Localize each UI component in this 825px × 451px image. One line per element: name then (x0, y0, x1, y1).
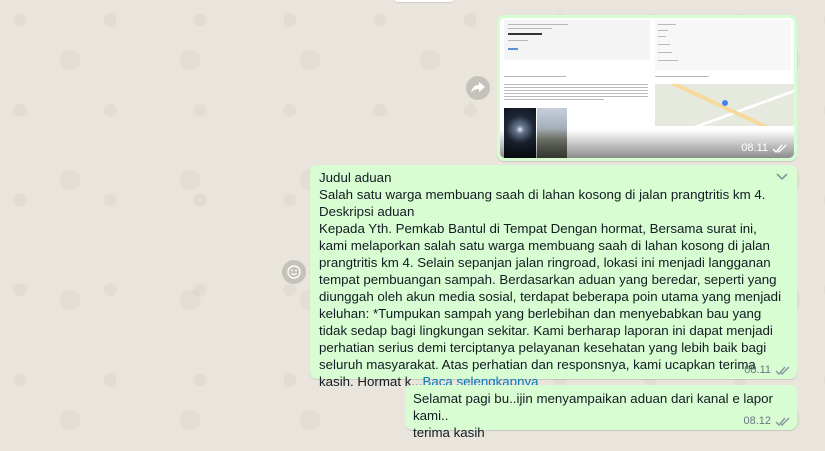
emoji-icon (287, 265, 301, 279)
forward-button[interactable] (466, 76, 490, 100)
message-line-title: Salah satu warga membuang saah di lahan … (319, 187, 766, 202)
report-screenshot-image[interactable]: 08.11 (500, 18, 794, 158)
double-check-icon (775, 366, 790, 375)
previous-message-edge (394, 0, 454, 2)
greeting-message-text: Selamat pagi bu..ijin menyampaikan aduan… (413, 391, 773, 440)
double-check-icon (772, 144, 787, 153)
complaint-message-bubble[interactable]: Judul aduan Salah satu warga membuang sa… (310, 165, 797, 389)
greeting-message-time: 08.12 (743, 415, 771, 427)
message-line-desc: Kepada Yth. Pemkab Bantul di Tempat Deng… (319, 221, 782, 389)
greeting-message-bubble[interactable]: Selamat pagi bu..ijin menyampaikan aduan… (405, 385, 797, 440)
double-check-icon (775, 417, 790, 426)
chevron-down-icon[interactable] (775, 172, 789, 182)
image-message-meta: 08.11 (741, 142, 788, 154)
message-line-desc-label: Deskripsi aduan (319, 204, 415, 219)
image-message-bubble[interactable]: 08.11 (497, 15, 797, 161)
complaint-message-meta: 08.11 (744, 364, 791, 376)
message-line-title-label: Judul aduan (319, 170, 392, 185)
react-button[interactable] (282, 260, 306, 284)
image-message-time: 08.11 (741, 142, 768, 154)
forward-icon (471, 82, 485, 93)
complaint-message-text: Judul aduan Salah satu warga membuang sa… (319, 169, 788, 390)
map-pin-icon (722, 100, 728, 106)
greeting-message-meta: 08.12 (743, 415, 791, 427)
complaint-message-time: 08.11 (744, 364, 771, 376)
